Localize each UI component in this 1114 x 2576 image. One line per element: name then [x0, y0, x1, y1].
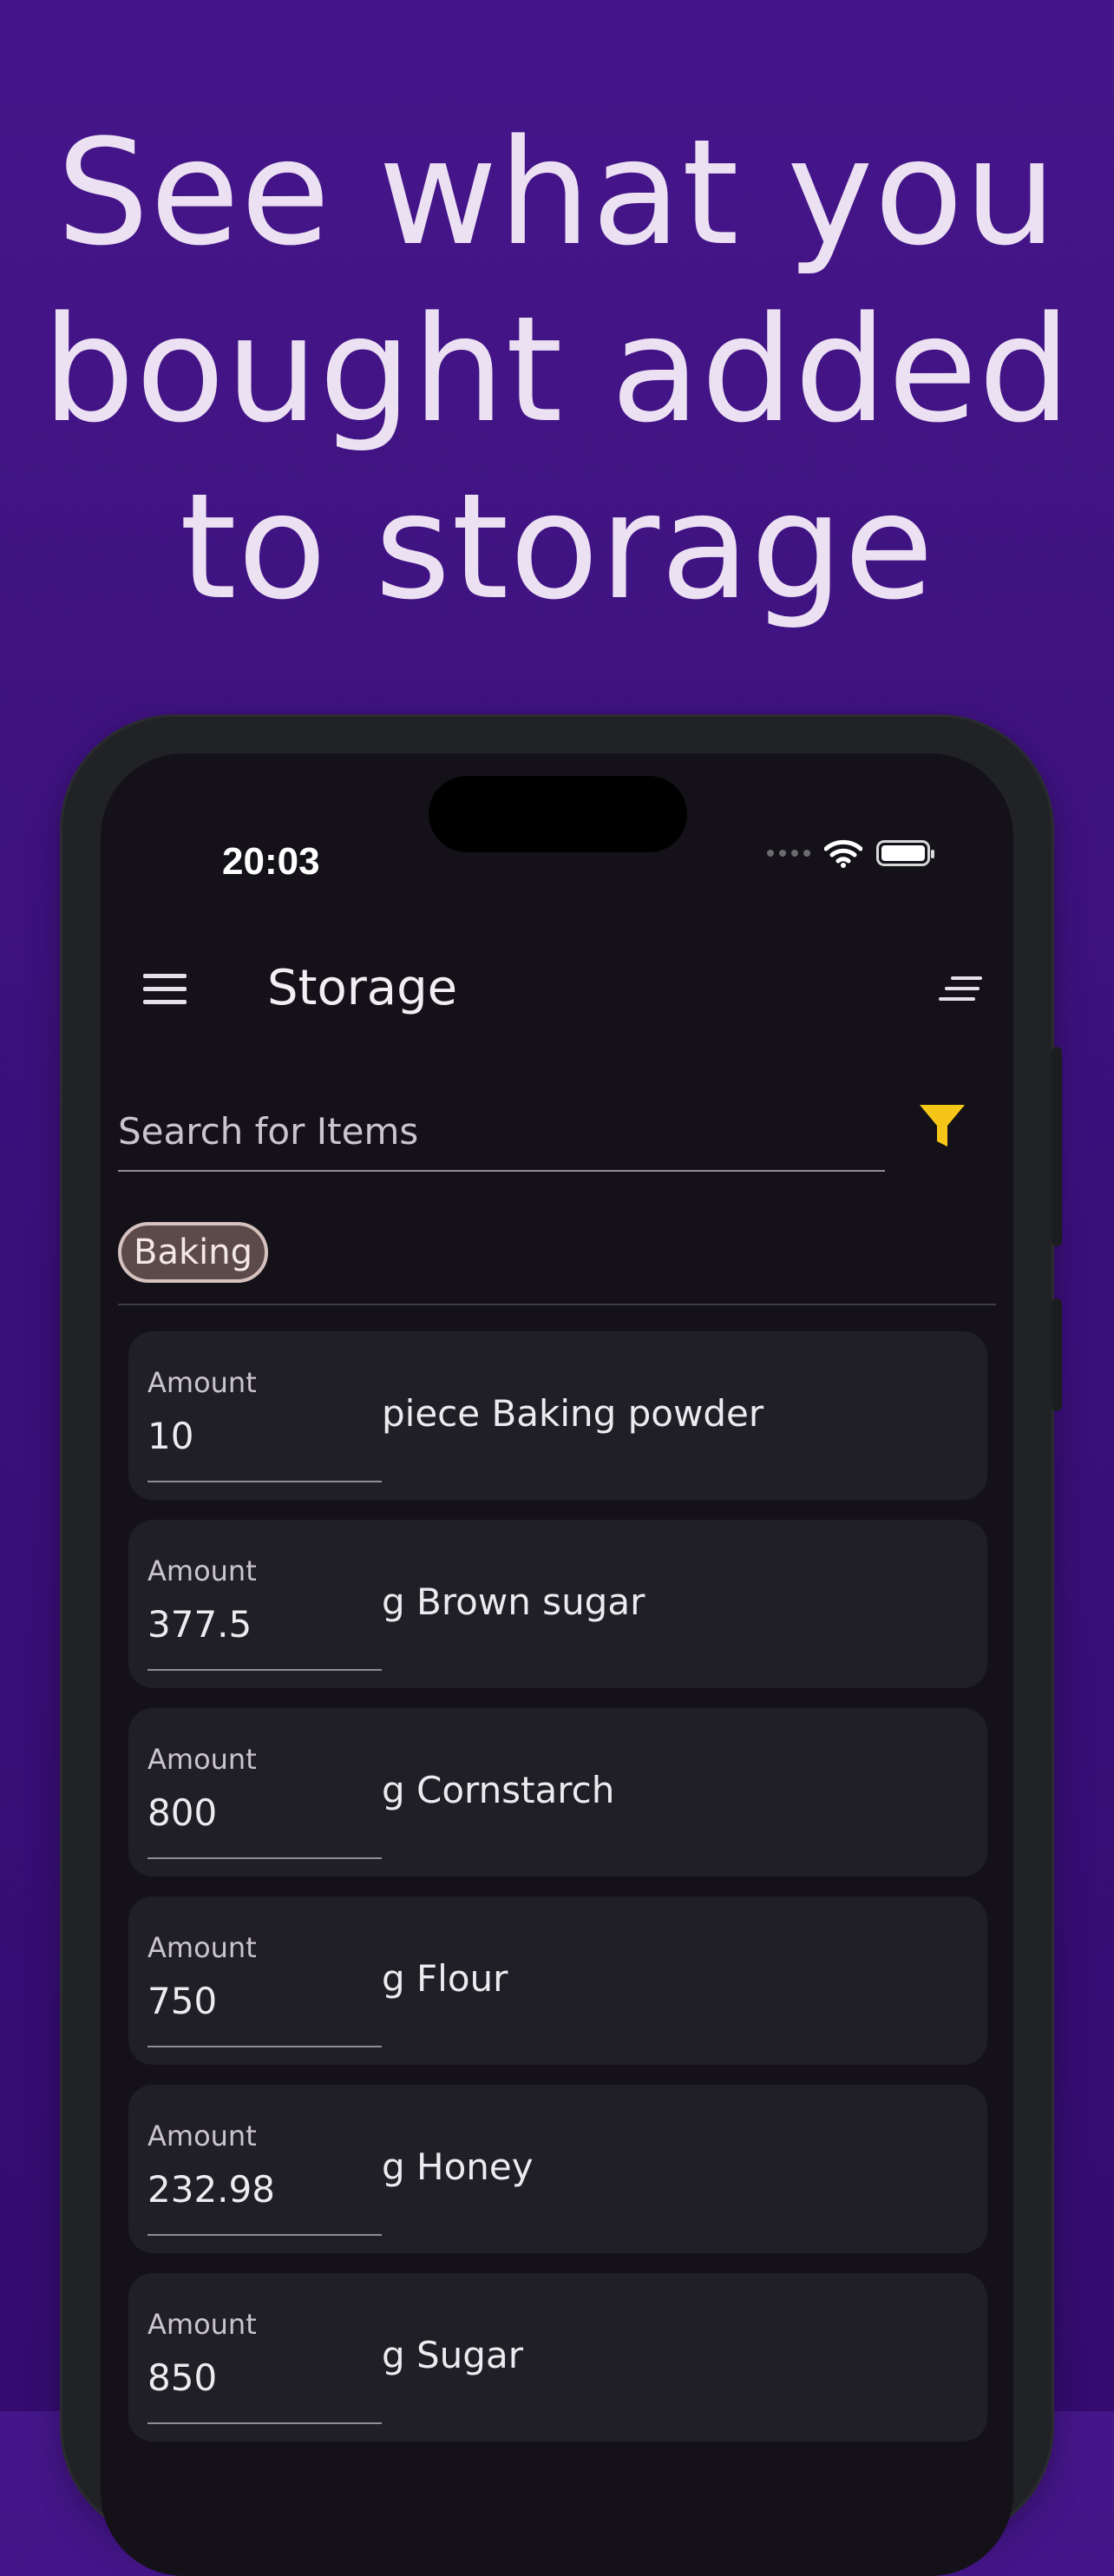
list-item[interactable]: Amount 850 g Sugar — [128, 2273, 987, 2441]
amount-label: Amount — [147, 1554, 257, 1587]
amount-value: 377.5 — [147, 1603, 252, 1646]
status-time: 20:03 — [222, 840, 320, 883]
battery-icon — [876, 840, 934, 866]
filter-icon — [920, 1105, 965, 1147]
amount-field[interactable]: Amount 232.98 — [147, 2085, 382, 2236]
wifi-icon — [824, 839, 862, 868]
divider — [118, 1304, 996, 1305]
item-name: g Sugar — [382, 2334, 523, 2376]
headline-line-2: bought added — [42, 285, 1072, 455]
status-icons — [767, 838, 934, 868]
page-title: Storage — [267, 960, 458, 1016]
phone-frame: 20:03 Storage Search for Items Baking Am… — [62, 717, 1062, 2576]
amount-field[interactable]: Amount 10 — [147, 1331, 382, 1482]
app-bar: Storage — [101, 937, 1013, 1042]
menu-button[interactable] — [139, 963, 191, 1015]
amount-value: 750 — [147, 1980, 218, 2022]
headline-line-1: See what you — [56, 108, 1058, 278]
amount-field[interactable]: Amount 750 — [147, 1896, 382, 2047]
amount-label: Amount — [147, 1366, 257, 1399]
dynamic-island — [429, 776, 687, 852]
list-item[interactable]: Amount 750 g Flour — [128, 1896, 987, 2065]
side-button-upper — [1052, 1047, 1062, 1246]
sort-button[interactable] — [935, 963, 987, 1015]
amount-label: Amount — [147, 1931, 257, 1964]
signal-dots-icon — [767, 850, 810, 857]
hamburger-menu-icon — [143, 974, 187, 1004]
list-item[interactable]: Amount 10 piece Baking powder — [128, 1331, 987, 1500]
item-name: g Flour — [382, 1957, 508, 2000]
search-row — [118, 1092, 994, 1179]
storage-list: Amount 10 piece Baking powder Amount 377… — [128, 1331, 987, 2461]
headline: See what you bought added to storage — [0, 104, 1114, 635]
amount-value: 10 — [147, 1415, 194, 1457]
amount-value: 232.98 — [147, 2168, 275, 2211]
amount-field[interactable]: Amount 850 — [147, 2273, 382, 2424]
phone-screen: 20:03 Storage Search for Items Baking Am… — [101, 753, 1013, 2576]
item-name: g Honey — [382, 2146, 534, 2188]
amount-field[interactable]: Amount 377.5 — [147, 1520, 382, 1671]
item-name: g Brown sugar — [382, 1580, 645, 1623]
search-input[interactable] — [118, 1092, 885, 1172]
amount-field[interactable]: Amount 800 — [147, 1708, 382, 1859]
list-item[interactable]: Amount 800 g Cornstarch — [128, 1708, 987, 1876]
list-item[interactable]: Amount 377.5 g Brown sugar — [128, 1520, 987, 1688]
filter-button[interactable] — [908, 1092, 977, 1161]
amount-value: 850 — [147, 2356, 218, 2399]
list-item[interactable]: Amount 232.98 g Honey — [128, 2085, 987, 2253]
amount-label: Amount — [147, 2308, 257, 2341]
sort-icon — [939, 976, 982, 1001]
item-name: piece Baking powder — [382, 1392, 764, 1435]
amount-value: 800 — [147, 1791, 218, 1834]
amount-label: Amount — [147, 1743, 257, 1776]
item-name: g Cornstarch — [382, 1769, 615, 1811]
headline-line-3: to storage — [179, 462, 935, 632]
filter-chip-baking[interactable]: Baking — [118, 1222, 268, 1283]
side-button-lower — [1052, 1298, 1062, 1411]
amount-label: Amount — [147, 2119, 257, 2152]
